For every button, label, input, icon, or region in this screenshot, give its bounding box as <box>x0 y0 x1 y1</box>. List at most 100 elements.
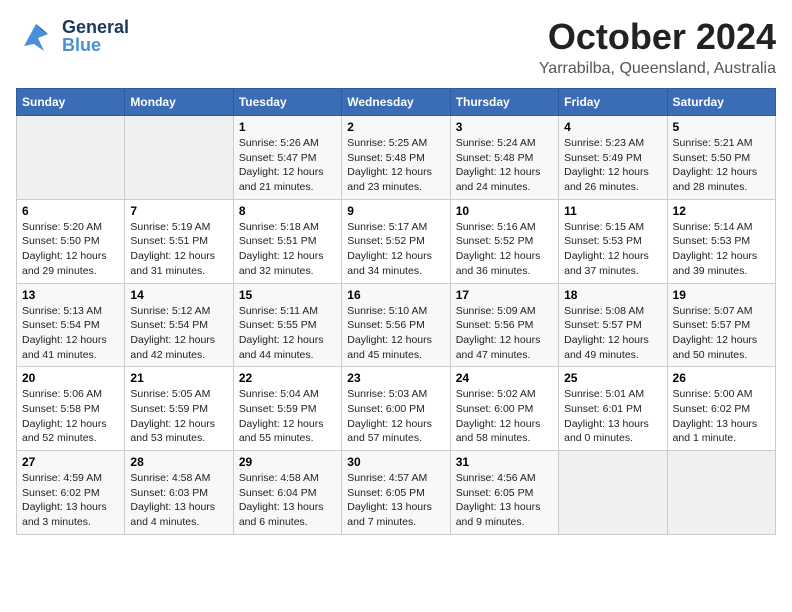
day-cell <box>559 451 667 535</box>
day-info: Sunrise: 5:23 AM Sunset: 5:49 PM Dayligh… <box>564 137 649 193</box>
day-cell <box>17 116 125 200</box>
day-number: 6 <box>22 204 119 218</box>
day-number: 31 <box>456 455 553 469</box>
day-info: Sunrise: 5:09 AM Sunset: 5:56 PM Dayligh… <box>456 305 541 361</box>
day-cell: 7 Sunrise: 5:19 AM Sunset: 5:51 PM Daylig… <box>125 199 233 283</box>
day-cell: 21 Sunrise: 5:05 AM Sunset: 5:59 PM Dayli… <box>125 367 233 451</box>
day-info: Sunrise: 5:21 AM Sunset: 5:50 PM Dayligh… <box>673 137 758 193</box>
day-number: 9 <box>347 204 444 218</box>
week-row-3: 13 Sunrise: 5:13 AM Sunset: 5:54 PM Dayli… <box>17 283 776 367</box>
day-info: Sunrise: 5:01 AM Sunset: 6:01 PM Dayligh… <box>564 388 649 444</box>
header-cell-thursday: Thursday <box>450 89 558 116</box>
day-number: 25 <box>564 371 661 385</box>
week-row-2: 6 Sunrise: 5:20 AM Sunset: 5:50 PM Daylig… <box>17 199 776 283</box>
day-cell: 11Sunrise: 5:15 AM Sunset: 5:53 PM Dayli… <box>559 199 667 283</box>
day-cell: 14 Sunrise: 5:12 AM Sunset: 5:54 PM Dayli… <box>125 283 233 367</box>
title-block: October 2024 Yarrabilba, Queensland, Aus… <box>539 16 776 78</box>
day-info: Sunrise: 5:16 AM Sunset: 5:52 PM Dayligh… <box>456 221 541 277</box>
day-cell: 6 Sunrise: 5:20 AM Sunset: 5:50 PM Daylig… <box>17 199 125 283</box>
day-number: 16 <box>347 288 444 302</box>
day-cell: 24 Sunrise: 5:02 AM Sunset: 6:00 PM Dayli… <box>450 367 558 451</box>
day-number: 21 <box>130 371 227 385</box>
day-number: 18 <box>564 288 661 302</box>
day-info: Sunrise: 4:58 AM Sunset: 6:03 PM Dayligh… <box>130 472 215 528</box>
day-info: Sunrise: 5:02 AM Sunset: 6:00 PM Dayligh… <box>456 388 541 444</box>
day-number: 13 <box>22 288 119 302</box>
day-number: 20 <box>22 371 119 385</box>
day-number: 14 <box>130 288 227 302</box>
day-number: 30 <box>347 455 444 469</box>
day-info: Sunrise: 5:13 AM Sunset: 5:54 PM Dayligh… <box>22 305 107 361</box>
header-cell-tuesday: Tuesday <box>233 89 341 116</box>
day-info: Sunrise: 5:06 AM Sunset: 5:58 PM Dayligh… <box>22 388 107 444</box>
day-info: Sunrise: 5:25 AM Sunset: 5:48 PM Dayligh… <box>347 137 432 193</box>
day-info: Sunrise: 5:08 AM Sunset: 5:57 PM Dayligh… <box>564 305 649 361</box>
day-info: Sunrise: 5:19 AM Sunset: 5:51 PM Dayligh… <box>130 221 215 277</box>
day-cell: 4 Sunrise: 5:23 AM Sunset: 5:49 PM Daylig… <box>559 116 667 200</box>
day-info: Sunrise: 5:00 AM Sunset: 6:02 PM Dayligh… <box>673 388 758 444</box>
day-info: Sunrise: 5:24 AM Sunset: 5:48 PM Dayligh… <box>456 137 541 193</box>
day-number: 17 <box>456 288 553 302</box>
day-cell: 29Sunrise: 4:58 AM Sunset: 6:04 PM Dayli… <box>233 451 341 535</box>
logo-text: General Blue <box>62 18 129 54</box>
day-number: 5 <box>673 120 770 134</box>
day-number: 19 <box>673 288 770 302</box>
header-cell-sunday: Sunday <box>17 89 125 116</box>
month-title: October 2024 <box>539 16 776 58</box>
week-row-1: 1 Sunrise: 5:26 AM Sunset: 5:47 PM Daylig… <box>17 116 776 200</box>
day-cell: 23Sunrise: 5:03 AM Sunset: 6:00 PM Dayli… <box>342 367 450 451</box>
day-cell: 27 Sunrise: 4:59 AM Sunset: 6:02 PM Dayli… <box>17 451 125 535</box>
day-number: 26 <box>673 371 770 385</box>
day-info: Sunrise: 5:20 AM Sunset: 5:50 PM Dayligh… <box>22 221 107 277</box>
header-row: SundayMondayTuesdayWednesdayThursdayFrid… <box>17 89 776 116</box>
day-cell: 10 Sunrise: 5:16 AM Sunset: 5:52 PM Dayli… <box>450 199 558 283</box>
day-info: Sunrise: 5:07 AM Sunset: 5:57 PM Dayligh… <box>673 305 758 361</box>
header-cell-wednesday: Wednesday <box>342 89 450 116</box>
day-number: 28 <box>130 455 227 469</box>
day-cell: 16Sunrise: 5:10 AM Sunset: 5:56 PM Dayli… <box>342 283 450 367</box>
day-info: Sunrise: 5:17 AM Sunset: 5:52 PM Dayligh… <box>347 221 432 277</box>
day-number: 2 <box>347 120 444 134</box>
day-number: 1 <box>239 120 336 134</box>
day-number: 22 <box>239 371 336 385</box>
day-info: Sunrise: 5:04 AM Sunset: 5:59 PM Dayligh… <box>239 388 324 444</box>
day-cell: 5 Sunrise: 5:21 AM Sunset: 5:50 PM Daylig… <box>667 116 775 200</box>
header-cell-monday: Monday <box>125 89 233 116</box>
week-row-4: 20 Sunrise: 5:06 AM Sunset: 5:58 PM Dayli… <box>17 367 776 451</box>
day-info: Sunrise: 4:59 AM Sunset: 6:02 PM Dayligh… <box>22 472 107 528</box>
day-number: 29 <box>239 455 336 469</box>
day-cell: 20 Sunrise: 5:06 AM Sunset: 5:58 PM Dayli… <box>17 367 125 451</box>
day-cell: 22 Sunrise: 5:04 AM Sunset: 5:59 PM Dayli… <box>233 367 341 451</box>
day-number: 27 <box>22 455 119 469</box>
day-cell: 9 Sunrise: 5:17 AM Sunset: 5:52 PM Daylig… <box>342 199 450 283</box>
day-info: Sunrise: 5:12 AM Sunset: 5:54 PM Dayligh… <box>130 305 215 361</box>
header-cell-saturday: Saturday <box>667 89 775 116</box>
day-cell: 13 Sunrise: 5:13 AM Sunset: 5:54 PM Dayli… <box>17 283 125 367</box>
logo: General Blue <box>16 16 129 56</box>
week-row-5: 27 Sunrise: 4:59 AM Sunset: 6:02 PM Dayli… <box>17 451 776 535</box>
day-number: 15 <box>239 288 336 302</box>
day-info: Sunrise: 4:56 AM Sunset: 6:05 PM Dayligh… <box>456 472 541 528</box>
page-header: General Blue October 2024 Yarrabilba, Qu… <box>16 16 776 78</box>
day-cell: 8Sunrise: 5:18 AM Sunset: 5:51 PM Daylig… <box>233 199 341 283</box>
day-info: Sunrise: 5:05 AM Sunset: 5:59 PM Dayligh… <box>130 388 215 444</box>
day-info: Sunrise: 5:18 AM Sunset: 5:51 PM Dayligh… <box>239 221 324 277</box>
day-cell: 15Sunrise: 5:11 AM Sunset: 5:55 PM Dayli… <box>233 283 341 367</box>
day-cell: 2 Sunrise: 5:25 AM Sunset: 5:48 PM Daylig… <box>342 116 450 200</box>
day-info: Sunrise: 5:26 AM Sunset: 5:47 PM Dayligh… <box>239 137 324 193</box>
day-cell: 30Sunrise: 4:57 AM Sunset: 6:05 PM Dayli… <box>342 451 450 535</box>
day-cell: 31 Sunrise: 4:56 AM Sunset: 6:05 PM Dayli… <box>450 451 558 535</box>
day-number: 10 <box>456 204 553 218</box>
day-number: 4 <box>564 120 661 134</box>
day-number: 24 <box>456 371 553 385</box>
calendar-body: 1 Sunrise: 5:26 AM Sunset: 5:47 PM Daylig… <box>17 116 776 535</box>
day-cell: 26 Sunrise: 5:00 AM Sunset: 6:02 PM Dayli… <box>667 367 775 451</box>
day-number: 7 <box>130 204 227 218</box>
day-number: 23 <box>347 371 444 385</box>
location-title: Yarrabilba, Queensland, Australia <box>539 60 776 78</box>
day-cell: 19 Sunrise: 5:07 AM Sunset: 5:57 PM Dayli… <box>667 283 775 367</box>
header-cell-friday: Friday <box>559 89 667 116</box>
day-cell: 25 Sunrise: 5:01 AM Sunset: 6:01 PM Dayli… <box>559 367 667 451</box>
calendar-table: SundayMondayTuesdayWednesdayThursdayFrid… <box>16 88 776 535</box>
day-cell: 17 Sunrise: 5:09 AM Sunset: 5:56 PM Dayli… <box>450 283 558 367</box>
